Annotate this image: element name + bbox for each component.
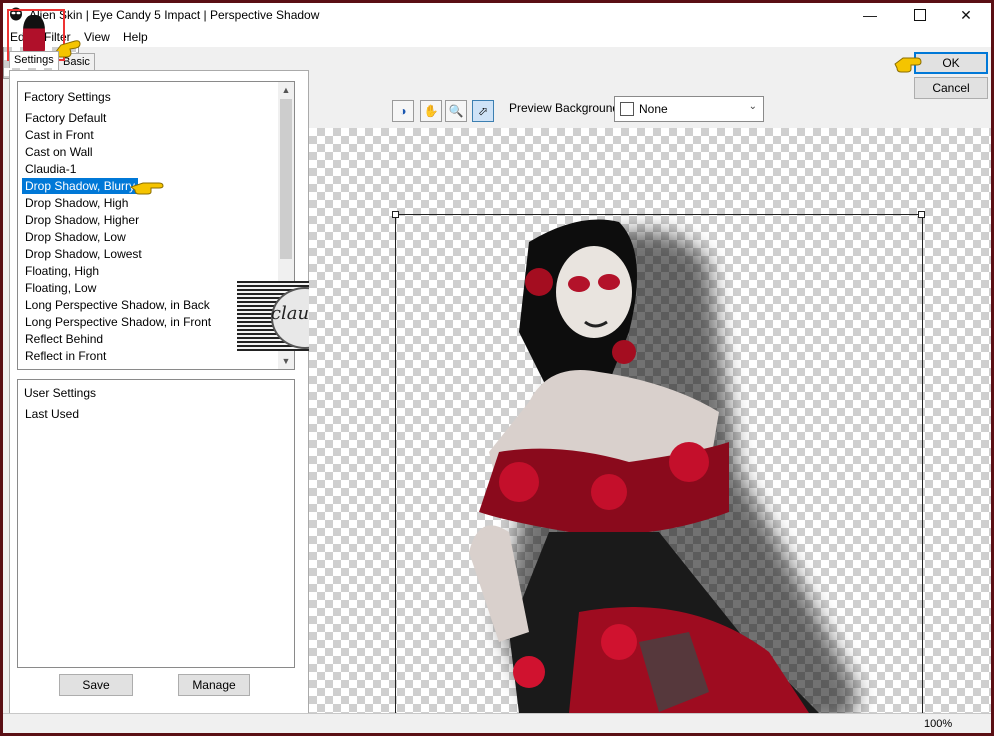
- scroll-up-icon[interactable]: ▲: [278, 82, 294, 98]
- select-tool-button[interactable]: ⬀: [472, 100, 494, 122]
- menu-view[interactable]: View: [84, 30, 110, 44]
- hand-icon: ✋: [423, 104, 439, 118]
- hand-tool-button[interactable]: ✋: [420, 100, 442, 122]
- list-item[interactable]: Floating, Low: [22, 280, 99, 296]
- magnifier-icon: 🔍: [448, 104, 464, 118]
- list-item[interactable]: Reflect Behind: [22, 331, 106, 347]
- list-item[interactable]: Drop Shadow, Lowest: [22, 246, 145, 262]
- status-bar: 100%: [3, 713, 991, 733]
- maximize-icon: [914, 9, 926, 21]
- close-icon: ✕: [960, 6, 972, 23]
- user-settings-header: User Settings: [24, 386, 97, 400]
- maximize-button[interactable]: [897, 3, 943, 27]
- manage-button[interactable]: Manage: [178, 674, 250, 696]
- list-item[interactable]: Last Used: [22, 406, 82, 422]
- zoom-tool-button[interactable]: 🔍: [445, 100, 467, 122]
- zoom-level: 100%: [924, 718, 953, 730]
- window-title: Alien Skin | Eye Candy 5 Impact | Perspe…: [29, 8, 320, 22]
- factory-settings-header: Factory Settings: [24, 90, 111, 104]
- list-item[interactable]: Drop Shadow, Low: [22, 229, 129, 245]
- preview-background-select[interactable]: None ⌄: [614, 96, 764, 122]
- preview-artwork: [469, 219, 859, 713]
- cancel-button[interactable]: Cancel: [914, 77, 988, 99]
- list-item[interactable]: Long Perspective Shadow, in Front: [22, 314, 214, 330]
- chevron-down-icon: ⌄: [748, 101, 757, 112]
- menu-bar: Edit Filter View Help: [3, 27, 991, 47]
- close-button[interactable]: ✕: [943, 3, 989, 27]
- preview-toggle-icon: ◑: [399, 104, 407, 118]
- user-settings-list[interactable]: User Settings Last Used: [17, 379, 295, 668]
- navigator-figure: [23, 15, 45, 53]
- pointing-hand-icon: [894, 57, 922, 73]
- list-item[interactable]: Reflect in Front: [22, 348, 109, 364]
- minimize-icon: —: [863, 7, 877, 23]
- preview-background-value: None: [639, 102, 668, 116]
- menu-help[interactable]: Help: [123, 30, 148, 44]
- pointing-hand-icon: [129, 182, 164, 195]
- title-bar: Alien Skin | Eye Candy 5 Impact | Perspe…: [3, 3, 991, 27]
- preview-background-label: Preview Background:: [509, 101, 623, 115]
- list-item[interactable]: Long Perspective Shadow, in Back: [22, 297, 213, 313]
- ok-button[interactable]: OK: [914, 52, 988, 74]
- eye-candy-window: Alien Skin | Eye Candy 5 Impact | Perspe…: [3, 3, 991, 733]
- arrow-cursor-icon: ⬀: [477, 104, 489, 118]
- list-item[interactable]: Claudia-1: [22, 161, 79, 177]
- list-item[interactable]: Cast on Wall: [22, 144, 96, 160]
- list-item[interactable]: Floating, High: [22, 263, 102, 279]
- save-button[interactable]: Save: [59, 674, 133, 696]
- list-item[interactable]: Drop Shadow, Higher: [22, 212, 142, 228]
- preview-toggle-button[interactable]: ◑: [392, 100, 414, 122]
- tab-settings[interactable]: Settings: [9, 51, 59, 68]
- list-item[interactable]: Drop Shadow, High: [22, 195, 131, 211]
- list-item[interactable]: Cast in Front: [22, 127, 97, 143]
- minimize-button[interactable]: —: [847, 3, 893, 27]
- list-item[interactable]: Factory Default: [22, 110, 109, 126]
- swatch-icon: [620, 102, 634, 116]
- list-item-selected[interactable]: Drop Shadow, Blurry: [22, 178, 139, 194]
- scroll-down-icon[interactable]: ▼: [278, 353, 294, 369]
- resize-handle[interactable]: [918, 211, 925, 218]
- resize-handle[interactable]: [392, 211, 399, 218]
- scroll-thumb[interactable]: [280, 99, 292, 259]
- preview-canvas[interactable]: [309, 128, 991, 716]
